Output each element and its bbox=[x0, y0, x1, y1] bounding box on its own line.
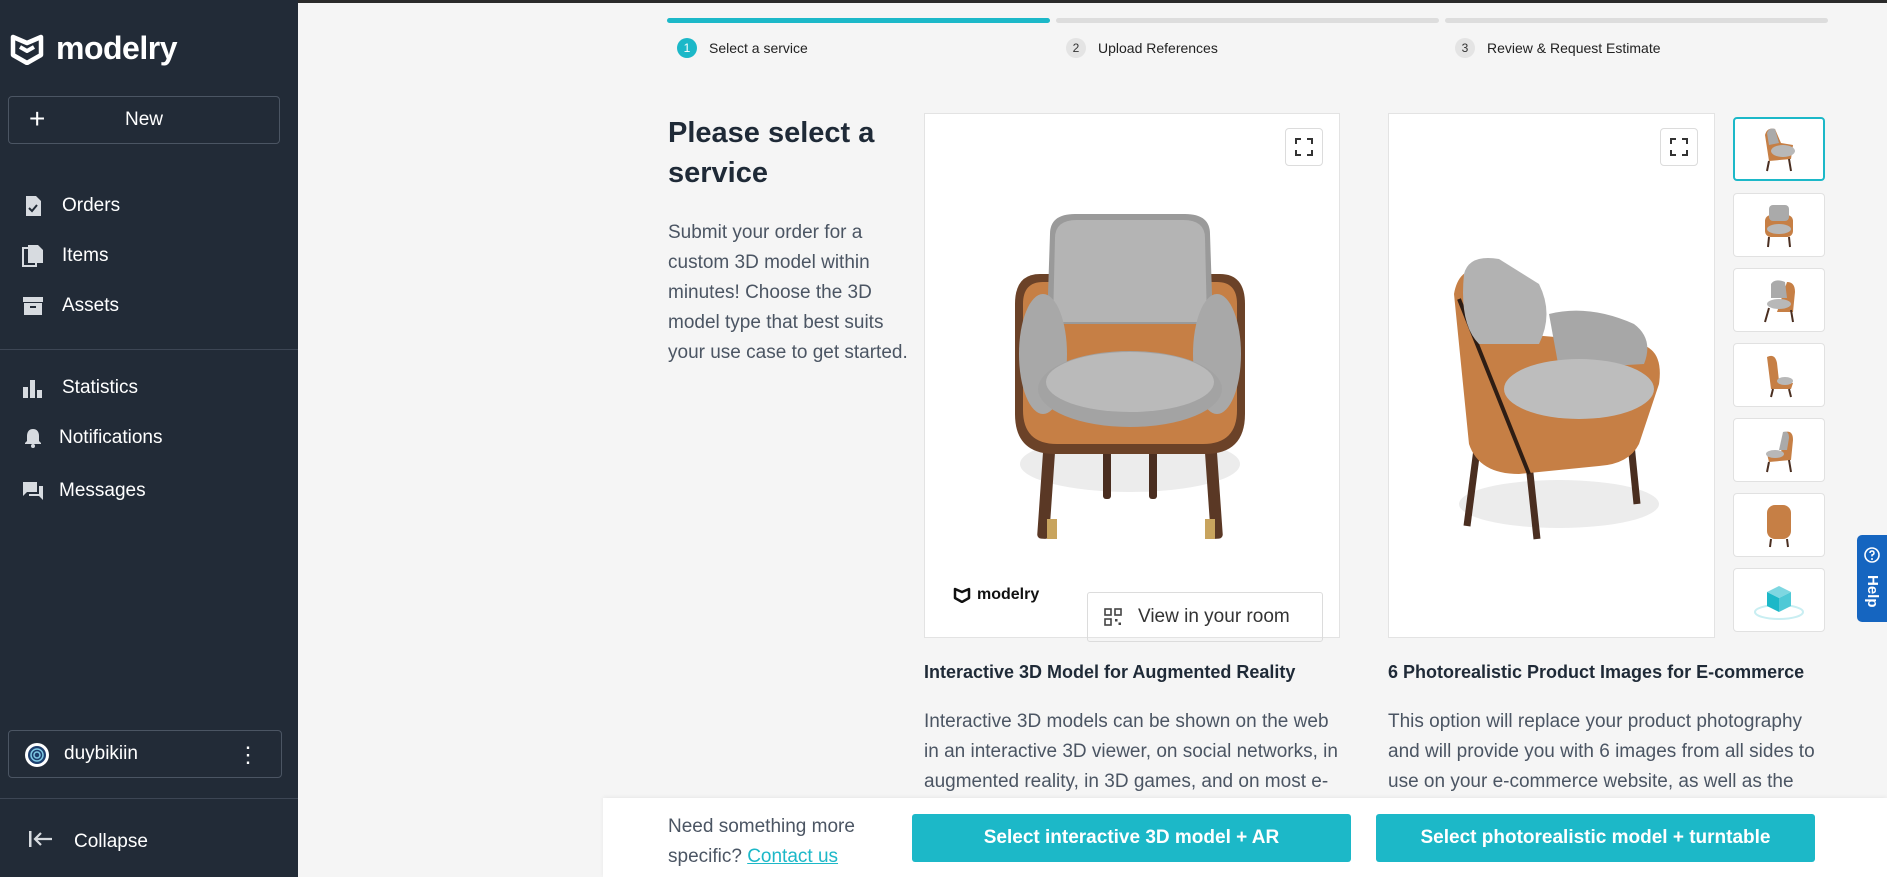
fullscreen-button[interactable] bbox=[1285, 128, 1323, 166]
service-title-photo: 6 Photorealistic Product Images for E-co… bbox=[1388, 662, 1805, 682]
step-number: 1 bbox=[677, 38, 697, 58]
fullscreen-icon bbox=[1295, 138, 1313, 156]
files-icon bbox=[22, 245, 44, 267]
thumbnail-2[interactable] bbox=[1733, 193, 1825, 257]
sidebar-item-assets[interactable]: Assets bbox=[0, 284, 298, 328]
step-1-progress bbox=[667, 18, 1050, 23]
chair-thumbnail-image bbox=[1766, 431, 1793, 473]
sidebar-divider bbox=[0, 349, 298, 350]
card-brand-name: modelry bbox=[977, 586, 1040, 603]
app-logo[interactable]: modelry bbox=[10, 30, 177, 67]
select-photorealistic-button[interactable]: Select photorealistic model + turntable bbox=[1376, 814, 1815, 862]
service-description-photo: This option will replace your product ph… bbox=[1388, 711, 1815, 792]
page-description: Submit your order for a custom 3D model … bbox=[668, 222, 908, 363]
more-vertical-icon[interactable]: ⋮ bbox=[237, 741, 259, 769]
chair-thumbnail-image bbox=[1767, 355, 1793, 398]
fullscreen-icon bbox=[1670, 138, 1688, 156]
bell-icon bbox=[22, 427, 44, 449]
user-name: duybikiin bbox=[64, 743, 138, 764]
page-title: Please select a service bbox=[668, 117, 875, 189]
collapse-arrow-icon bbox=[28, 830, 54, 854]
bottom-prompt: Need something more specific? Contact us bbox=[668, 812, 868, 872]
thumbnail-1[interactable] bbox=[1733, 117, 1825, 181]
step-label: Review & Request Estimate bbox=[1487, 40, 1661, 56]
service-card-photo-preview[interactable] bbox=[1388, 113, 1715, 638]
modelry-logo-icon bbox=[953, 587, 971, 603]
step-1[interactable]: 1 Select a service bbox=[677, 38, 808, 58]
card-brand: modelry bbox=[953, 586, 1039, 604]
service-description-3d: Interactive 3D models can be shown on th… bbox=[924, 711, 1338, 792]
service-card-3d-preview[interactable]: modelry View in your room bbox=[924, 113, 1340, 642]
collapse-label: Collapse bbox=[74, 831, 148, 852]
fullscreen-button[interactable] bbox=[1660, 128, 1698, 166]
chat-icon bbox=[22, 480, 44, 502]
thumbnail-3[interactable] bbox=[1733, 268, 1825, 332]
step-2[interactable]: 2 Upload References bbox=[1066, 38, 1218, 58]
step-number: 2 bbox=[1066, 38, 1086, 58]
step-2-progress bbox=[1056, 18, 1439, 23]
bar-chart-icon bbox=[22, 377, 44, 399]
step-number: 3 bbox=[1455, 38, 1475, 58]
modelry-logo-icon bbox=[10, 34, 44, 65]
step-label: Select a service bbox=[709, 40, 808, 56]
chair-thumbnail-image bbox=[1765, 205, 1793, 248]
archive-icon bbox=[22, 295, 44, 317]
avatar bbox=[25, 743, 49, 767]
sidebar-item-statistics[interactable]: Statistics bbox=[0, 366, 298, 410]
sidebar-item-label: Messages bbox=[59, 480, 146, 501]
thumbnail-5[interactable] bbox=[1733, 418, 1825, 482]
help-circle-icon bbox=[1864, 547, 1880, 563]
sidebar-item-orders[interactable]: Orders bbox=[0, 184, 298, 228]
view-in-room-button[interactable]: View in your room bbox=[1087, 592, 1323, 642]
contact-us-link[interactable]: Contact us bbox=[747, 846, 838, 867]
qr-code-icon bbox=[1104, 608, 1122, 626]
thumbnail-4[interactable] bbox=[1733, 343, 1825, 407]
chair-thumbnail-image bbox=[1764, 280, 1795, 323]
file-check-icon bbox=[22, 195, 44, 217]
chair-thumbnail-image bbox=[1767, 505, 1791, 548]
sidebar-divider bbox=[0, 798, 298, 799]
new-button[interactable]: + New bbox=[8, 96, 280, 144]
step-3[interactable]: 3 Review & Request Estimate bbox=[1455, 38, 1661, 58]
bottom-action-bar: Need something more specific? Contact us… bbox=[603, 798, 1887, 877]
sidebar-item-notifications[interactable]: Notifications bbox=[0, 416, 298, 460]
cube-3d-icon bbox=[1754, 586, 1804, 620]
sidebar-item-items[interactable]: Items bbox=[0, 234, 298, 278]
sidebar-item-messages[interactable]: Messages bbox=[0, 469, 298, 513]
help-tab[interactable]: Help bbox=[1857, 535, 1887, 622]
thumbnail-6[interactable] bbox=[1733, 493, 1825, 557]
view-in-room-label: View in your room bbox=[1138, 606, 1290, 627]
sidebar-item-label: Assets bbox=[62, 295, 120, 316]
sidebar-item-label: Statistics bbox=[62, 377, 139, 398]
sidebar-item-label: Items bbox=[62, 245, 109, 266]
service-title-3d: Interactive 3D Model for Augmented Reali… bbox=[924, 662, 1296, 682]
select-3d-model-button[interactable]: Select interactive 3D model + AR bbox=[912, 814, 1351, 862]
chair-front-image bbox=[1015, 214, 1245, 539]
chair-angle-image bbox=[1454, 258, 1660, 540]
new-button-label: New bbox=[124, 109, 163, 130]
step-label: Upload References bbox=[1098, 40, 1218, 56]
collapse-button[interactable]: Collapse bbox=[0, 820, 298, 864]
sidebar-item-label: Orders bbox=[62, 195, 121, 216]
chair-thumbnail-image bbox=[1765, 128, 1795, 172]
step-3-progress bbox=[1445, 18, 1828, 23]
help-label: Help bbox=[1864, 575, 1881, 608]
sidebar: modelry + New Orders Items Assets Statis… bbox=[0, 0, 298, 877]
sidebar-item-label: Notifications bbox=[59, 427, 163, 448]
user-menu[interactable]: duybikiin ⋮ bbox=[8, 730, 282, 778]
app-name: modelry bbox=[56, 30, 177, 66]
thumbnail-3d-view[interactable] bbox=[1733, 568, 1825, 632]
